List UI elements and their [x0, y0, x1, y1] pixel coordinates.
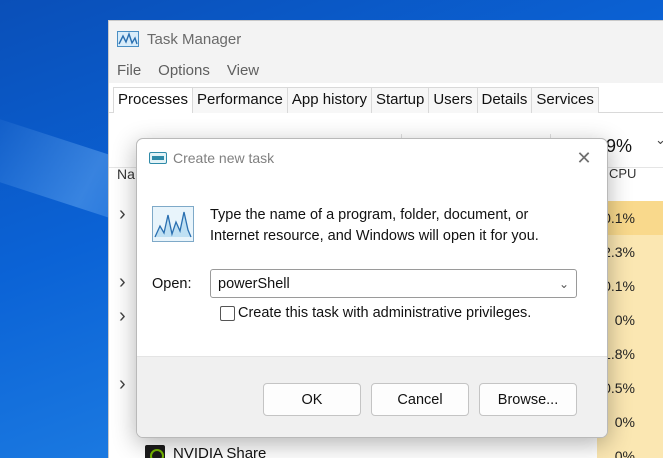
- menu-options[interactable]: Options: [158, 62, 210, 79]
- tab-startup[interactable]: Startup: [370, 87, 430, 113]
- task-manager-titlebar[interactable]: Task Manager: [109, 21, 663, 57]
- ok-button[interactable]: OK: [263, 383, 361, 416]
- task-manager-tabs: Processes Performance App history Startu…: [109, 87, 663, 113]
- chevron-right-icon[interactable]: ›: [119, 271, 126, 294]
- cpu-total-percent[interactable]: 9%: [606, 136, 632, 157]
- nvidia-icon: [145, 445, 165, 458]
- description-line-1: Type the name of a program, folder, docu…: [210, 207, 529, 223]
- tab-processes[interactable]: Processes: [113, 87, 194, 113]
- chevron-right-icon[interactable]: ›: [119, 305, 126, 328]
- task-manager-menubar: File Options View: [109, 57, 663, 83]
- open-input[interactable]: [212, 271, 542, 296]
- tab-services[interactable]: Services: [531, 87, 599, 113]
- dialog-titlebar[interactable]: Create new task ✕: [137, 139, 607, 177]
- chevron-right-icon[interactable]: ›: [119, 203, 126, 226]
- cpu-column-label[interactable]: CPU: [609, 166, 636, 181]
- task-manager-icon: [117, 31, 139, 47]
- tab-users[interactable]: Users: [428, 87, 478, 113]
- dialog-description: Type the name of a program, folder, docu…: [210, 205, 600, 247]
- process-cpu-value: 0%: [597, 439, 663, 458]
- process-name: NVIDIA Share: [173, 445, 267, 458]
- sort-chevron-icon[interactable]: ⌄: [655, 132, 663, 148]
- cancel-button[interactable]: Cancel: [371, 383, 469, 416]
- name-column-label[interactable]: Na: [117, 166, 135, 182]
- task-manager-title: Task Manager: [147, 30, 242, 48]
- run-dialog-icon: [149, 152, 167, 164]
- create-new-task-dialog: Create new task ✕ Type the name of a pro…: [136, 138, 608, 438]
- browse-button[interactable]: Browse...: [479, 383, 577, 416]
- open-combobox[interactable]: ⌄: [210, 269, 577, 298]
- tab-app-history[interactable]: App history: [286, 87, 372, 113]
- dialog-title: Create new task: [173, 150, 275, 166]
- chevron-right-icon[interactable]: ›: [119, 373, 126, 396]
- menu-file[interactable]: File: [117, 62, 141, 79]
- description-line-2: Internet resource, and Windows will open…: [210, 228, 539, 244]
- process-row[interactable]: NVIDIA Share 0%: [109, 439, 663, 458]
- menu-view[interactable]: View: [227, 62, 259, 79]
- dialog-footer: OK Cancel Browse...: [137, 356, 607, 437]
- open-label: Open:: [152, 276, 192, 292]
- tab-details[interactable]: Details: [476, 87, 533, 113]
- admin-privileges-checkbox[interactable]: [220, 306, 235, 321]
- tab-performance[interactable]: Performance: [192, 87, 288, 113]
- close-icon[interactable]: ✕: [569, 145, 599, 171]
- admin-privileges-label[interactable]: Create this task with administrative pri…: [238, 305, 531, 321]
- task-manager-large-icon: [152, 206, 194, 242]
- chevron-down-icon[interactable]: ⌄: [555, 275, 573, 293]
